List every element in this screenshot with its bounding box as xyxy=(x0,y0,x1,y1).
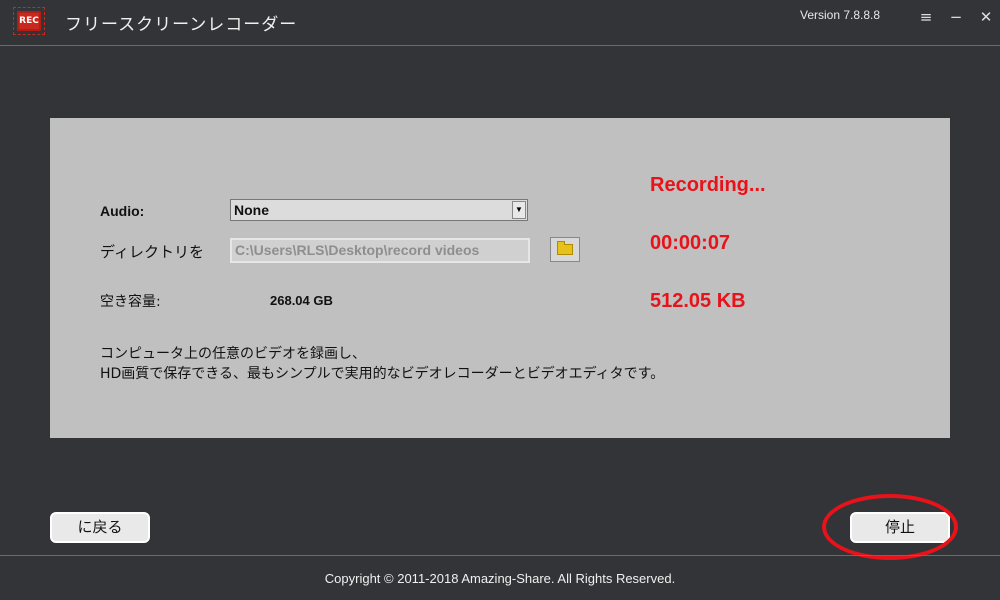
directory-input[interactable]: C:\Users\RLS\Desktop\record videos xyxy=(230,238,530,263)
menu-icon[interactable]: ≡ xyxy=(916,6,936,28)
footer-divider xyxy=(0,555,1000,556)
browse-folder-button[interactable] xyxy=(550,237,580,262)
app-title: フリースクリーンレコーダー xyxy=(65,15,298,35)
audio-select[interactable]: None ▼ xyxy=(230,199,528,221)
description: コンピュータ上の任意のビデオを録画し、 HD画質で保存できる、最もシンプルで実用… xyxy=(100,344,664,384)
stop-button[interactable]: 停止 xyxy=(850,512,950,543)
elapsed-time: 00:00:07 xyxy=(650,232,731,254)
audio-label: Audio: xyxy=(100,203,145,219)
description-line-2: HD画質で保存できる、最もシンプルで実用的なビデオレコーダーとビデオエディタです… xyxy=(100,366,665,382)
directory-label: ディレクトリを xyxy=(100,243,204,261)
recording-status: Recording... xyxy=(650,174,766,196)
minimize-icon[interactable]: − xyxy=(946,6,966,28)
chevron-down-icon[interactable]: ▼ xyxy=(512,201,526,219)
recorded-size: 512.05 KB xyxy=(650,290,746,312)
folder-icon xyxy=(557,241,573,255)
description-line-1: コンピュータ上の任意のビデオを録画し、 xyxy=(100,346,366,362)
audio-select-value: None xyxy=(234,202,269,218)
copyright: Copyright © 2011-2018 Amazing-Share. All… xyxy=(324,571,676,586)
free-space-label: 空き容量: xyxy=(100,294,161,310)
close-icon[interactable]: ✕ xyxy=(976,6,996,28)
logo-text: REC xyxy=(19,16,39,26)
recording-panel: Audio: None ▼ ディレクトリを C:\Users\RLS\Deskt… xyxy=(50,118,950,438)
back-button[interactable]: に戻る xyxy=(50,512,150,543)
version-label: Version 7.8.8.8 xyxy=(800,8,881,22)
free-space-value: 268.04 GB xyxy=(270,293,333,308)
rec-logo-icon: REC xyxy=(13,7,45,35)
title-bar: REC フリースクリーンレコーダー Version 7.8.8.8 ≡ − ✕ xyxy=(0,0,1000,46)
